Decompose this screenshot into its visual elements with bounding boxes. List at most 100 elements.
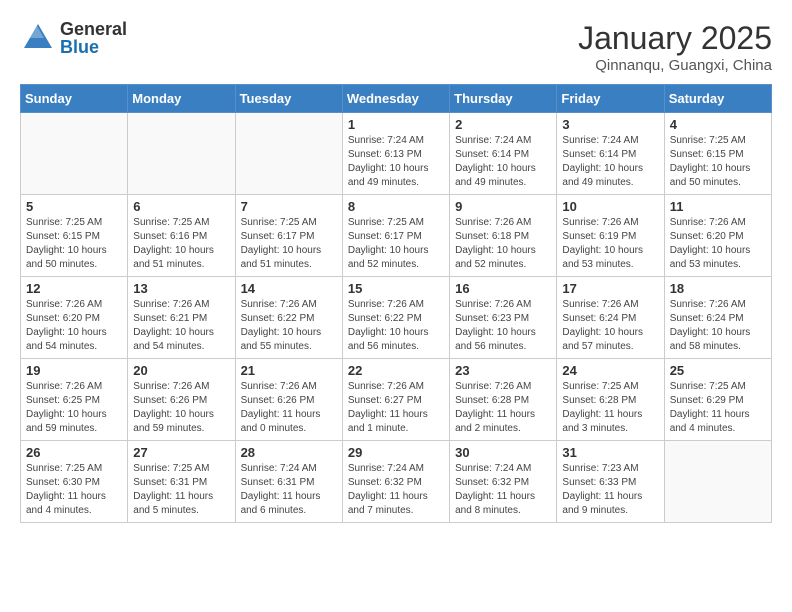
day-info: Sunrise: 7:26 AM Sunset: 6:20 PM Dayligh… [26, 298, 122, 354]
calendar-table: SundayMondayTuesdayWednesdayThursdayFrid… [20, 84, 772, 523]
day-info: Sunrise: 7:24 AM Sunset: 6:14 PM Dayligh… [562, 134, 658, 190]
page-header: General Blue January 2025 Qinnanqu, Guan… [20, 20, 772, 74]
location-subtitle: Qinnanqu, Guangxi, China [578, 57, 772, 74]
day-info: Sunrise: 7:23 AM Sunset: 6:33 PM Dayligh… [562, 462, 658, 518]
logo-general: General [60, 20, 127, 38]
day-info: Sunrise: 7:26 AM Sunset: 6:27 PM Dayligh… [348, 380, 444, 436]
day-info: Sunrise: 7:26 AM Sunset: 6:28 PM Dayligh… [455, 380, 551, 436]
day-number: 20 [133, 363, 229, 378]
calendar-cell: 3 Sunrise: 7:24 AM Sunset: 6:14 PM Daylig… [557, 113, 664, 195]
calendar-cell: 16Sunrise: 7:26 AM Sunset: 6:23 PM Dayli… [450, 277, 557, 359]
day-info: Sunrise: 7:26 AM Sunset: 6:19 PM Dayligh… [562, 216, 658, 272]
day-info: Sunrise: 7:26 AM Sunset: 6:26 PM Dayligh… [133, 380, 229, 436]
calendar-cell: 10 Sunrise: 7:26 AM Sunset: 6:19 PM Dayli… [557, 195, 664, 277]
calendar-cell: 25 Sunrise: 7:25 AM Sunset: 6:29 PM Dayli… [664, 359, 771, 441]
calendar-cell: 19 Sunrise: 7:26 AM Sunset: 6:25 PM Dayli… [21, 359, 128, 441]
calendar-cell: 18 Sunrise: 7:26 AM Sunset: 6:24 PM Dayli… [664, 277, 771, 359]
logo-icon [20, 20, 56, 56]
day-number: 23 [455, 363, 551, 378]
day-number: 10 [562, 199, 658, 214]
day-number: 25 [670, 363, 766, 378]
day-info: Sunrise: 7:26 AM Sunset: 6:20 PM Dayligh… [670, 216, 766, 272]
calendar-cell: 4 Sunrise: 7:25 AM Sunset: 6:15 PM Daylig… [664, 113, 771, 195]
calendar-cell: 17 Sunrise: 7:26 AM Sunset: 6:24 PM Dayli… [557, 277, 664, 359]
calendar-week-row: 12 Sunrise: 7:26 AM Sunset: 6:20 PM Dayli… [21, 277, 772, 359]
day-number: 11 [670, 199, 766, 214]
calendar-week-row: 1 Sunrise: 7:24 AM Sunset: 6:13 PM Daylig… [21, 113, 772, 195]
calendar-cell: 11 Sunrise: 7:26 AM Sunset: 6:20 PM Dayli… [664, 195, 771, 277]
calendar-week-row: 19 Sunrise: 7:26 AM Sunset: 6:25 PM Dayli… [21, 359, 772, 441]
calendar-cell: 7 Sunrise: 7:25 AM Sunset: 6:17 PM Daylig… [235, 195, 342, 277]
calendar-cell: 9Sunrise: 7:26 AM Sunset: 6:18 PM Daylig… [450, 195, 557, 277]
weekday-header-thursday: Thursday [450, 85, 557, 113]
day-info: Sunrise: 7:25 AM Sunset: 6:17 PM Dayligh… [241, 216, 337, 272]
day-number: 27 [133, 445, 229, 460]
weekday-header-wednesday: Wednesday [342, 85, 449, 113]
day-info: Sunrise: 7:25 AM Sunset: 6:16 PM Dayligh… [133, 216, 229, 272]
day-info: Sunrise: 7:25 AM Sunset: 6:30 PM Dayligh… [26, 462, 122, 518]
day-number: 26 [26, 445, 122, 460]
day-number: 24 [562, 363, 658, 378]
day-info: Sunrise: 7:25 AM Sunset: 6:15 PM Dayligh… [670, 134, 766, 190]
calendar-cell: 14Sunrise: 7:26 AM Sunset: 6:22 PM Dayli… [235, 277, 342, 359]
day-number: 16 [455, 281, 551, 296]
day-info: Sunrise: 7:24 AM Sunset: 6:13 PM Dayligh… [348, 134, 444, 190]
weekday-header-sunday: Sunday [21, 85, 128, 113]
logo: General Blue [20, 20, 127, 56]
day-number: 4 [670, 117, 766, 132]
day-number: 18 [670, 281, 766, 296]
calendar-cell: 1 Sunrise: 7:24 AM Sunset: 6:13 PM Daylig… [342, 113, 449, 195]
weekday-header-saturday: Saturday [664, 85, 771, 113]
calendar-cell: 13 Sunrise: 7:26 AM Sunset: 6:21 PM Dayli… [128, 277, 235, 359]
day-info: Sunrise: 7:26 AM Sunset: 6:25 PM Dayligh… [26, 380, 122, 436]
calendar-week-row: 26 Sunrise: 7:25 AM Sunset: 6:30 PM Dayli… [21, 441, 772, 523]
day-info: Sunrise: 7:26 AM Sunset: 6:26 PM Dayligh… [241, 380, 337, 436]
calendar-cell [235, 113, 342, 195]
day-info: Sunrise: 7:24 AM Sunset: 6:32 PM Dayligh… [455, 462, 551, 518]
day-number: 5 [26, 199, 122, 214]
day-number: 6 [133, 199, 229, 214]
day-info: Sunrise: 7:25 AM Sunset: 6:17 PM Dayligh… [348, 216, 444, 272]
day-info: Sunrise: 7:24 AM Sunset: 6:14 PM Dayligh… [455, 134, 551, 190]
calendar-cell: 2Sunrise: 7:24 AM Sunset: 6:14 PM Daylig… [450, 113, 557, 195]
day-number: 15 [348, 281, 444, 296]
calendar-cell [128, 113, 235, 195]
calendar-cell: 24Sunrise: 7:25 AM Sunset: 6:28 PM Dayli… [557, 359, 664, 441]
weekday-header-tuesday: Tuesday [235, 85, 342, 113]
calendar-cell: 21 Sunrise: 7:26 AM Sunset: 6:26 PM Dayli… [235, 359, 342, 441]
calendar-cell: 26 Sunrise: 7:25 AM Sunset: 6:30 PM Dayli… [21, 441, 128, 523]
day-number: 31 [562, 445, 658, 460]
day-info: Sunrise: 7:26 AM Sunset: 6:21 PM Dayligh… [133, 298, 229, 354]
calendar-cell: 12 Sunrise: 7:26 AM Sunset: 6:20 PM Dayli… [21, 277, 128, 359]
day-number: 19 [26, 363, 122, 378]
day-number: 13 [133, 281, 229, 296]
title-block: January 2025 Qinnanqu, Guangxi, China [578, 20, 772, 74]
day-number: 28 [241, 445, 337, 460]
day-number: 3 [562, 117, 658, 132]
day-number: 12 [26, 281, 122, 296]
day-info: Sunrise: 7:26 AM Sunset: 6:24 PM Dayligh… [562, 298, 658, 354]
calendar-cell: 28 Sunrise: 7:24 AM Sunset: 6:31 PM Dayli… [235, 441, 342, 523]
day-info: Sunrise: 7:26 AM Sunset: 6:24 PM Dayligh… [670, 298, 766, 354]
day-number: 7 [241, 199, 337, 214]
day-info: Sunrise: 7:26 AM Sunset: 6:22 PM Dayligh… [241, 298, 337, 354]
day-number: 17 [562, 281, 658, 296]
calendar-cell: 30 Sunrise: 7:24 AM Sunset: 6:32 PM Dayli… [450, 441, 557, 523]
calendar-cell: 5Sunrise: 7:25 AM Sunset: 6:15 PM Daylig… [21, 195, 128, 277]
weekday-header-monday: Monday [128, 85, 235, 113]
calendar-cell: 8Sunrise: 7:25 AM Sunset: 6:17 PM Daylig… [342, 195, 449, 277]
calendar-cell: 29 Sunrise: 7:24 AM Sunset: 6:32 PM Dayli… [342, 441, 449, 523]
day-info: Sunrise: 7:24 AM Sunset: 6:32 PM Dayligh… [348, 462, 444, 518]
day-info: Sunrise: 7:25 AM Sunset: 6:29 PM Dayligh… [670, 380, 766, 436]
day-info: Sunrise: 7:24 AM Sunset: 6:31 PM Dayligh… [241, 462, 337, 518]
calendar-cell: 15Sunrise: 7:26 AM Sunset: 6:22 PM Dayli… [342, 277, 449, 359]
month-title: January 2025 [578, 20, 772, 57]
day-number: 1 [348, 117, 444, 132]
weekday-header-friday: Friday [557, 85, 664, 113]
logo-text: General Blue [60, 20, 127, 56]
day-number: 21 [241, 363, 337, 378]
calendar-week-row: 5Sunrise: 7:25 AM Sunset: 6:15 PM Daylig… [21, 195, 772, 277]
day-number: 29 [348, 445, 444, 460]
day-info: Sunrise: 7:26 AM Sunset: 6:18 PM Dayligh… [455, 216, 551, 272]
day-number: 30 [455, 445, 551, 460]
